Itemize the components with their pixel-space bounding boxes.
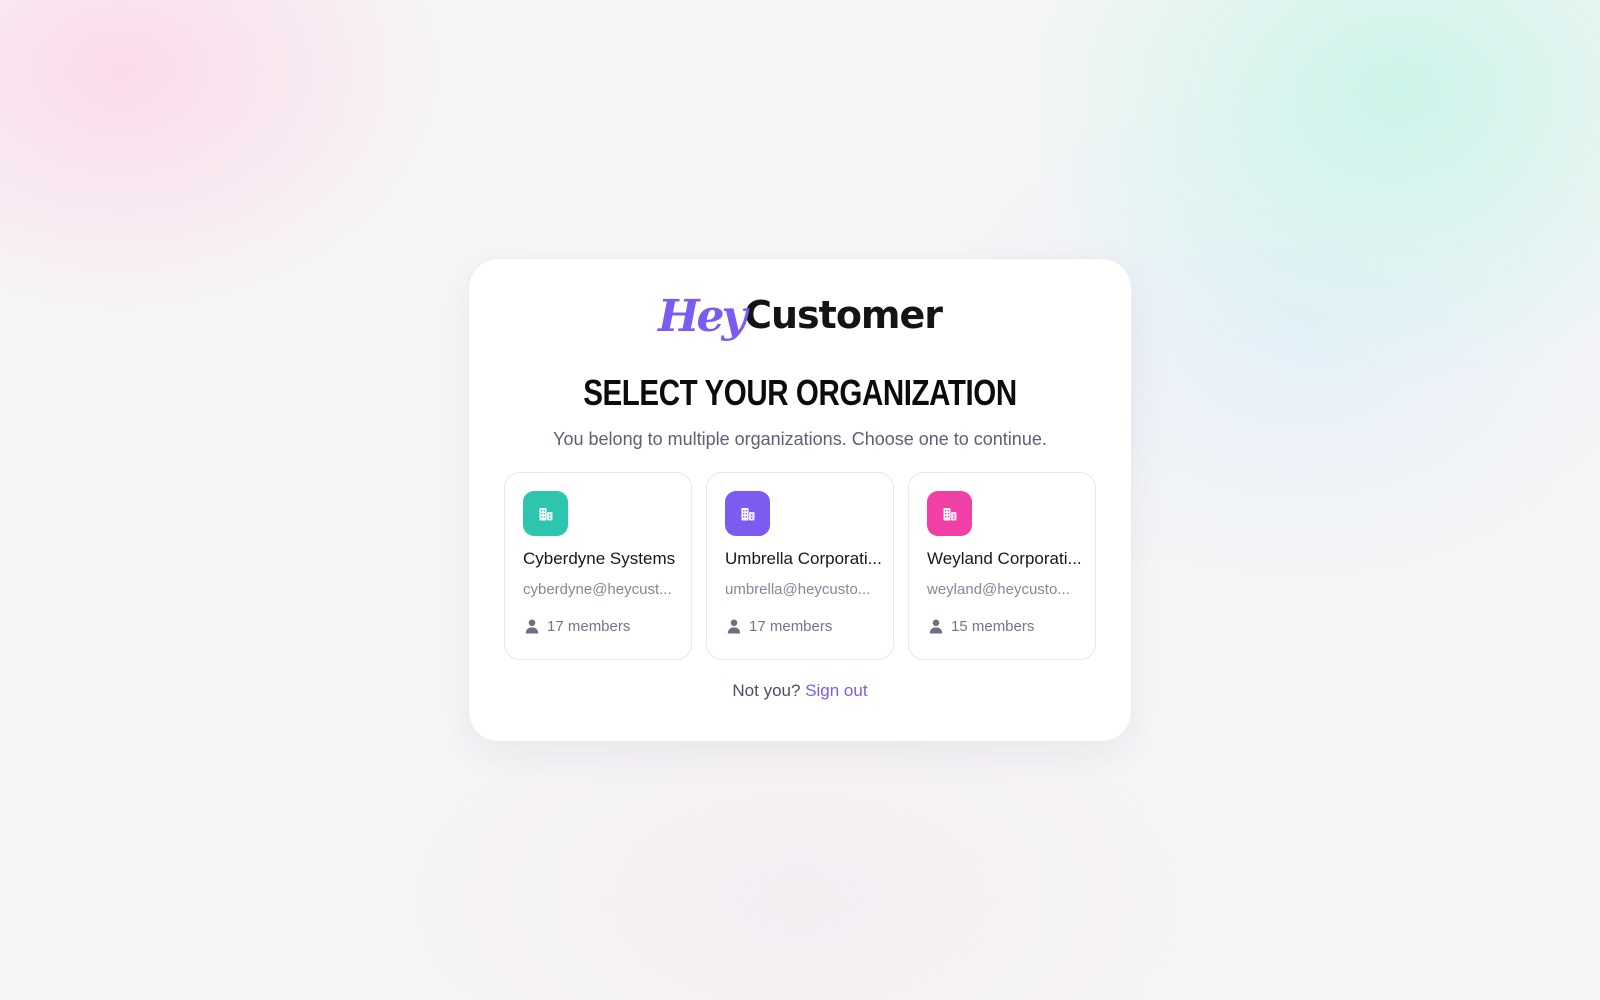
org-name: Umbrella Corporati... (725, 549, 882, 568)
member-count: 17 members (547, 617, 631, 635)
building-icon (523, 491, 568, 536)
org-name: Weyland Corporati... (927, 549, 1082, 568)
member-count: 17 members (749, 617, 833, 635)
sign-out-link[interactable]: Sign out (805, 681, 867, 700)
org-email: cyberdyne@heycust... (523, 581, 672, 598)
building-icon (725, 491, 770, 536)
user-icon (927, 617, 945, 635)
org-card-cyberdyne[interactable]: Cyberdyne Systems cyberdyne@heycust... 1… (504, 472, 692, 660)
page-subtitle: You belong to multiple organizations. Ch… (553, 429, 1047, 449)
org-select-card: HeyCustomer SELECT YOUR ORGANIZATION You… (468, 258, 1132, 742)
org-name: Cyberdyne Systems (523, 549, 676, 568)
page-title: SELECT YOUR ORGANIZATION (583, 372, 1017, 413)
logo-customer: Customer (744, 293, 943, 337)
heycustomer-logo: HeyCustomer (469, 291, 1131, 353)
org-card-weyland[interactable]: Weyland Corporati... weyland@heycusto...… (908, 472, 1096, 660)
org-email: umbrella@heycusto... (725, 581, 871, 598)
org-email: weyland@heycusto... (927, 581, 1070, 598)
member-count: 15 members (951, 617, 1035, 635)
signout-footer: Not you? Sign out (469, 681, 1131, 701)
user-icon (725, 617, 743, 635)
organization-list: Cyberdyne Systems cyberdyne@heycust... 1… (504, 472, 1098, 660)
org-members: 17 members (523, 616, 630, 636)
org-card-umbrella[interactable]: Umbrella Corporati... umbrella@heycusto.… (706, 472, 894, 660)
building-icon (927, 491, 972, 536)
logo-hey: Hey (657, 291, 747, 342)
user-icon (523, 617, 541, 635)
not-you-label: Not you? (732, 681, 801, 700)
org-members: 17 members (725, 616, 832, 636)
org-members: 15 members (927, 616, 1034, 636)
